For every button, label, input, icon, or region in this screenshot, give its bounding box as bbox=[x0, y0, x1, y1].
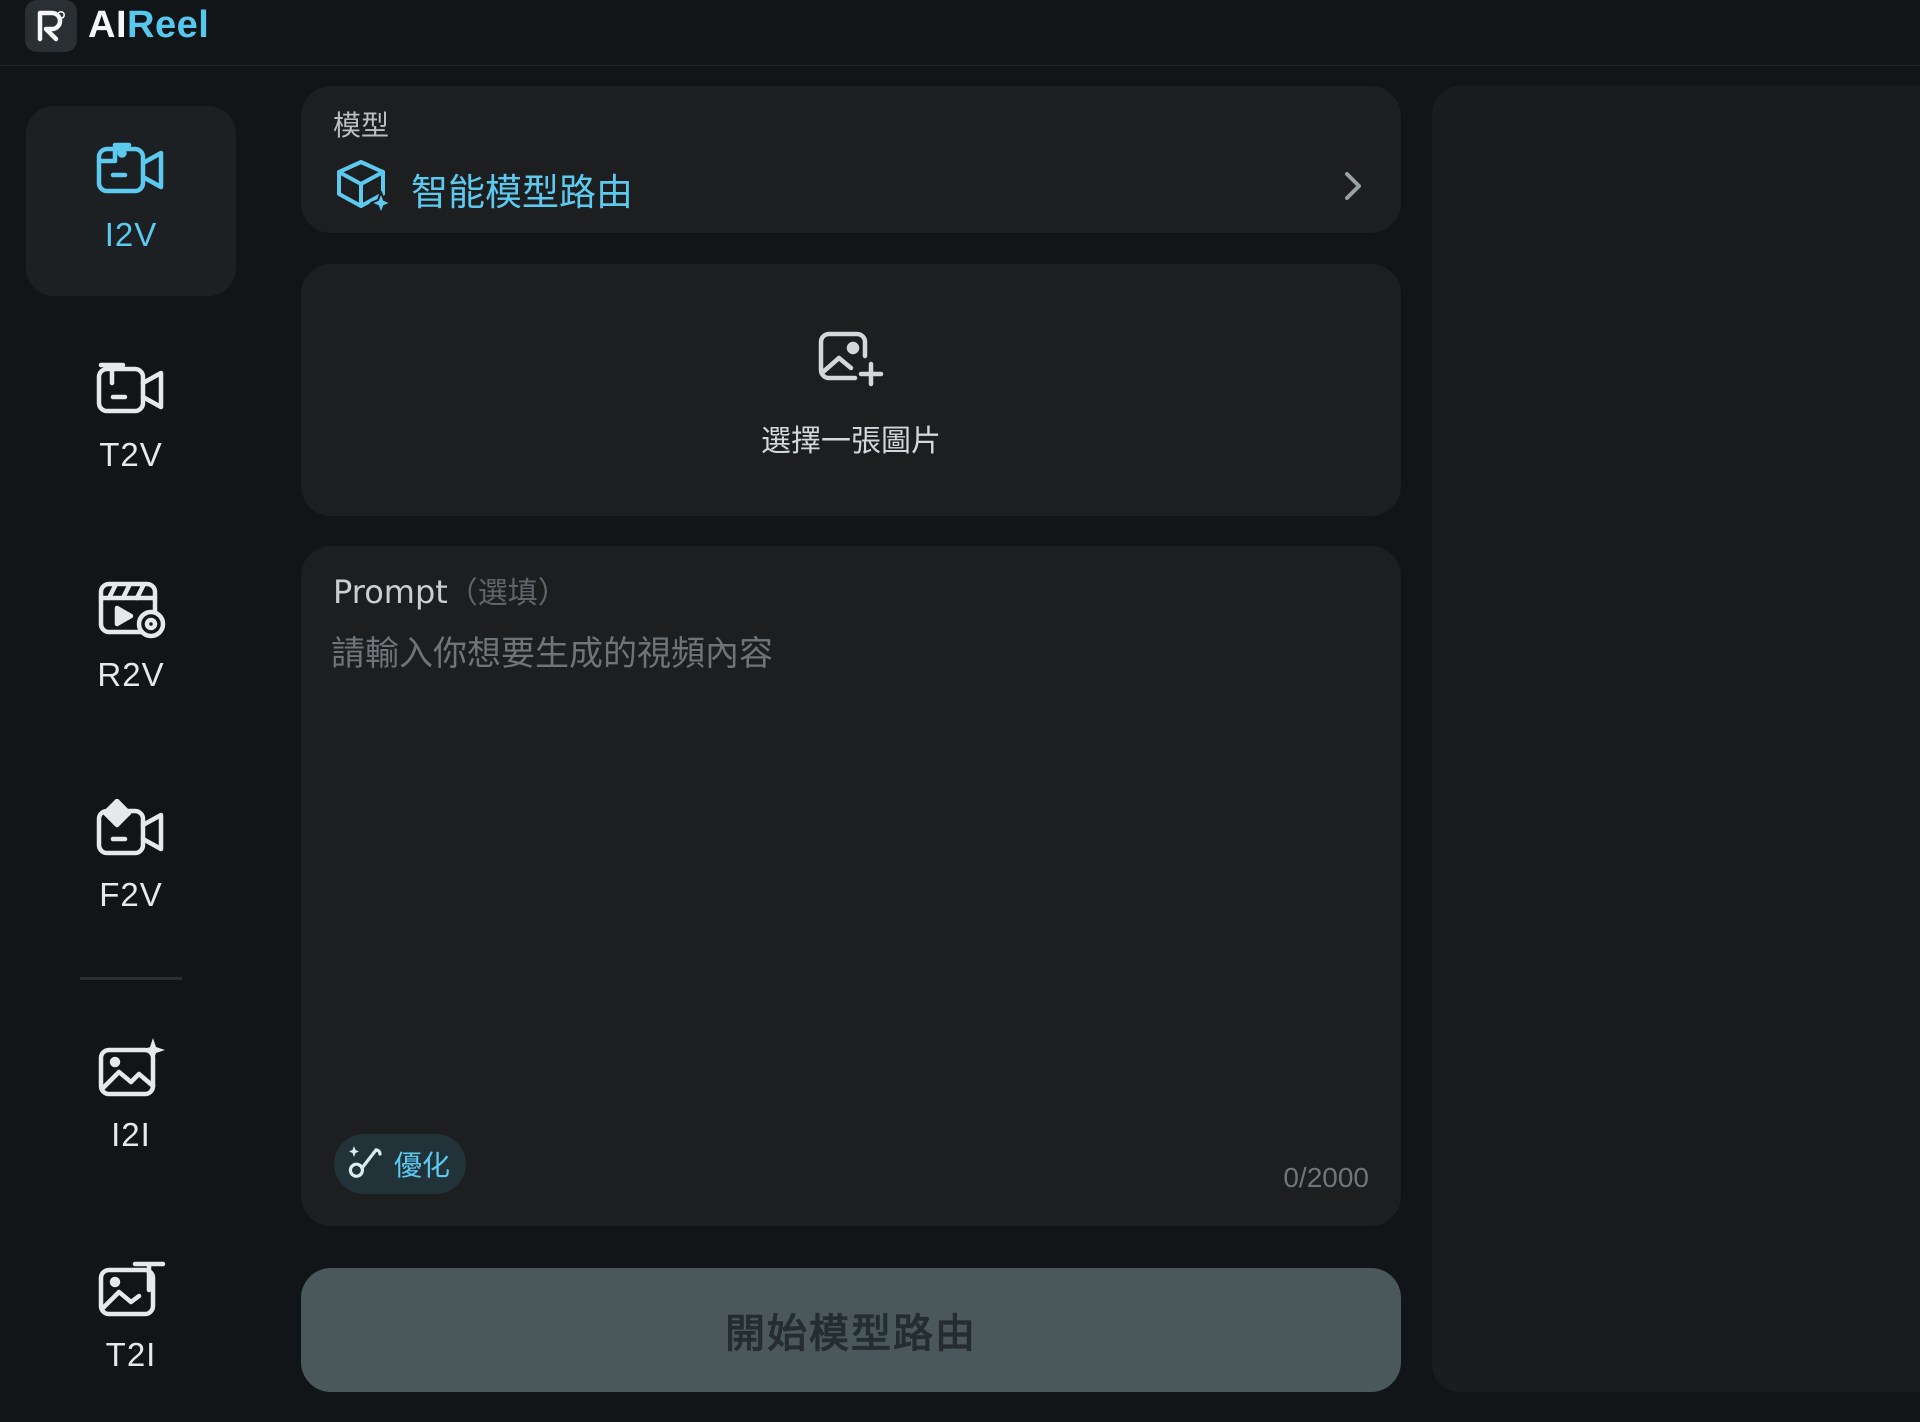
sidebar-item-label: T2V bbox=[99, 436, 163, 473]
prompt-input[interactable] bbox=[331, 626, 1371, 1146]
app-brand: AIReel bbox=[88, 4, 209, 47]
reference-to-video-icon bbox=[93, 576, 169, 642]
sidebar-item-label: I2V bbox=[104, 216, 158, 253]
text-to-image-icon bbox=[93, 1256, 169, 1322]
sidebar-item-label: I2I bbox=[111, 1116, 151, 1153]
sidebar-item-i2v[interactable]: I2V bbox=[26, 106, 236, 296]
model-selector[interactable]: 模型 智能模型路由 bbox=[301, 86, 1401, 233]
start-button-label: 開始模型路由 bbox=[725, 1311, 977, 1357]
sidebar-item-t2i[interactable]: T2I bbox=[26, 1226, 236, 1416]
sidebar-item-label: R2V bbox=[97, 656, 165, 693]
text-to-video-icon bbox=[93, 356, 169, 422]
magic-brush-icon bbox=[346, 1144, 386, 1184]
chevron-right-icon bbox=[1343, 170, 1363, 206]
frame-to-video-icon bbox=[93, 796, 169, 862]
sidebar-divider bbox=[80, 977, 182, 980]
sidebar-item-f2v[interactable]: F2V bbox=[26, 766, 236, 956]
model-value: 智能模型路由 bbox=[411, 171, 633, 214]
prompt-label: Prompt bbox=[333, 573, 448, 611]
prompt-header: Prompt（選填） bbox=[333, 568, 568, 612]
top-bar: AIReel bbox=[0, 0, 1920, 66]
prompt-panel: Prompt（選填） 優化 0/2000 bbox=[301, 546, 1401, 1226]
optimize-label: 優化 bbox=[394, 1149, 451, 1182]
sidebar-item-t2v[interactable]: T2V bbox=[26, 326, 236, 516]
app-logo-icon[interactable] bbox=[25, 0, 77, 52]
sidebar-item-label: F2V bbox=[99, 876, 163, 913]
sidebar-item-i2i[interactable]: I2I bbox=[26, 1006, 236, 1196]
image-upload-area[interactable]: 選擇一張圖片 bbox=[301, 264, 1401, 516]
brand-suffix: Reel bbox=[127, 4, 210, 46]
sidebar-item-r2v[interactable]: R2V bbox=[26, 546, 236, 736]
cube-sparkle-icon bbox=[335, 158, 393, 218]
character-counter: 0/2000 bbox=[1283, 1162, 1369, 1193]
image-to-image-icon bbox=[93, 1036, 169, 1102]
image-to-video-icon bbox=[93, 136, 169, 202]
upload-label: 選擇一張圖片 bbox=[761, 424, 941, 459]
preview-panel bbox=[1432, 86, 1920, 1392]
start-button[interactable]: 開始模型路由 bbox=[301, 1268, 1401, 1392]
optimize-button[interactable]: 優化 bbox=[334, 1134, 467, 1194]
brand-prefix: AI bbox=[88, 4, 127, 46]
prompt-optional-hint: （選填） bbox=[447, 576, 568, 611]
sidebar: I2V T2V R2V F2V I2I T2I bbox=[0, 66, 260, 1422]
model-caption: 模型 bbox=[333, 109, 390, 142]
image-add-icon bbox=[817, 328, 887, 392]
sidebar-item-label: T2I bbox=[105, 1336, 157, 1373]
